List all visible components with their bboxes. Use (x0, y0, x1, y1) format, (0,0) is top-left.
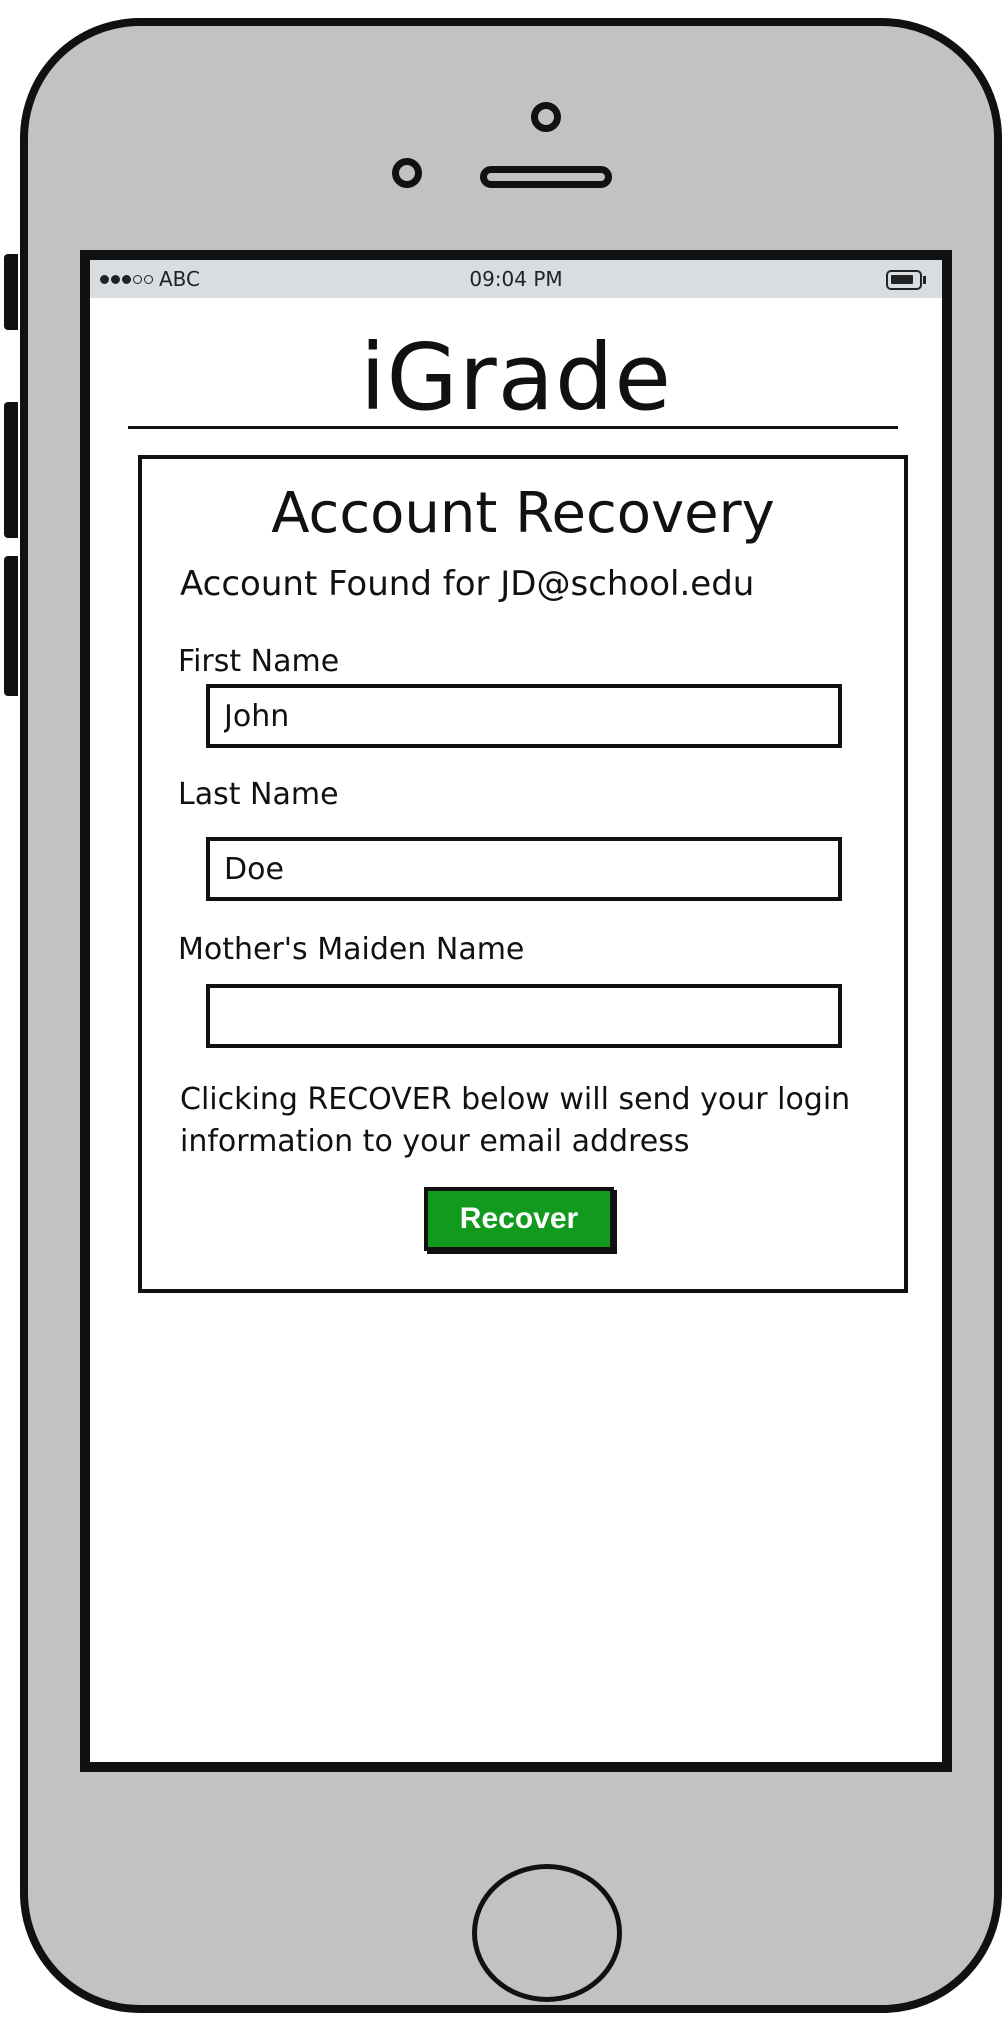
first-name-label: First Name (178, 644, 340, 679)
front-camera-icon (531, 102, 561, 132)
mute-switch (4, 254, 18, 330)
status-time: 09:04 PM (469, 267, 563, 291)
maiden-name-input[interactable] (206, 984, 842, 1048)
battery-icon (886, 270, 926, 290)
recover-button[interactable]: Recover (424, 1187, 614, 1251)
account-found-text: Account Found for JD@school.edu (180, 564, 755, 604)
home-button[interactable] (472, 1864, 622, 2002)
panel-title: Account Recovery (271, 481, 775, 546)
last-name-label: Last Name (178, 777, 339, 812)
status-bar: ABC 09:04 PM (90, 260, 942, 298)
first-name-input[interactable] (206, 684, 842, 748)
recover-notice-text: Clicking RECOVER below will send your lo… (180, 1082, 851, 1159)
proximity-sensor-icon (392, 158, 422, 188)
app-title: iGrade (359, 324, 673, 431)
phone-screen: ABC 09:04 PM iGrade Account Recovery Acc… (80, 250, 952, 1772)
earpiece-speaker-icon (480, 166, 612, 188)
volume-up-button (4, 402, 18, 538)
title-divider (128, 426, 898, 429)
volume-down-button (4, 556, 18, 696)
maiden-name-label: Mother's Maiden Name (178, 932, 525, 967)
last-name-input[interactable] (206, 837, 842, 901)
account-recovery-panel: Account Recovery Account Found for JD@sc… (138, 455, 908, 1293)
